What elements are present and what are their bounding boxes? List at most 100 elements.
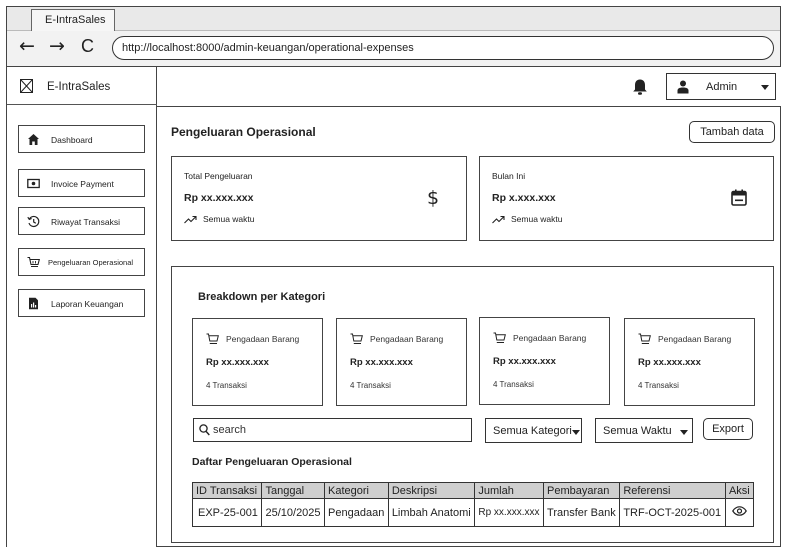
cart-icon <box>493 332 506 343</box>
home-icon <box>28 134 39 145</box>
summary-card-total: Total Pengeluaran Rp xx.xxx.xxx Semua wa… <box>171 156 467 241</box>
category-card: Pengadaan Barang Rp xx.xxx.xxx 4 Transak… <box>624 318 755 406</box>
reload-button[interactable]: C <box>81 37 94 56</box>
category-count: 4 Transaksi <box>350 381 391 390</box>
summary-card-subtitle: Semua waktu <box>492 214 563 224</box>
dollar-icon: $ <box>427 187 440 209</box>
url-bar[interactable]: http://localhost:8000/admin-keuangan/ope… <box>112 36 774 60</box>
chevron-down-icon <box>680 430 688 435</box>
category-filter-value: Semua Kategori <box>493 425 572 437</box>
sidebar-item-label: Laporan Keuangan <box>51 299 124 309</box>
browser-tab[interactable]: E-IntraSales <box>31 9 115 32</box>
main-content: Pengeluaran Operasional Tambah data Tota… <box>157 107 781 547</box>
table-header-row: ID Transaksi Tanggal Kategori Deskripsi … <box>191 482 755 499</box>
column-header: Tanggal <box>261 482 326 499</box>
category-name: Pengadaan Barang <box>658 334 732 344</box>
user-menu-dropdown[interactable]: Admin <box>666 73 776 100</box>
export-button[interactable]: Export <box>703 418 753 440</box>
category-card: Pengadaan Barang Rp xx.xxx.xxx 4 Transak… <box>192 318 323 406</box>
table-row: EXP-25-001 25/10/2025 Pengadaan Limbah A… <box>191 498 755 527</box>
summary-card-subtitle-text: Semua waktu <box>511 214 563 224</box>
category-value: Rp xx.xxx.xxx <box>206 357 269 368</box>
cell-amount: Rp xx.xxx.xxx <box>474 498 545 527</box>
top-bar: Admin <box>157 67 781 107</box>
brand: E-IntraSales <box>7 67 157 105</box>
summary-card-value: Rp x.xxx.xxx <box>492 192 556 204</box>
category-card: Pengadaan Barang Rp xx.xxx.xxx 4 Transak… <box>336 318 467 406</box>
column-header: Kategori <box>324 482 389 499</box>
period-filter-dropdown[interactable]: Semua Waktu <box>595 418 693 443</box>
column-header: Referensi <box>619 482 726 499</box>
logo-placeholder-icon <box>20 79 33 93</box>
summary-card-subtitle-text: Semua waktu <box>203 214 255 224</box>
tab-strip: E-IntraSales <box>7 7 780 32</box>
sidebar-item-label: Riwayat Transaksi <box>51 217 120 227</box>
trending-up-icon <box>492 215 505 224</box>
summary-card-subtitle: Semua waktu <box>184 214 255 224</box>
column-header: ID Transaksi <box>191 482 263 499</box>
table-title: Daftar Pengeluaran Operasional <box>192 456 352 468</box>
sidebar-item-label: Invoice Payment <box>51 179 114 189</box>
category-value: Rp xx.xxx.xxx <box>638 357 701 368</box>
brand-name: E-IntraSales <box>47 81 111 93</box>
chevron-down-icon <box>761 85 769 90</box>
report-icon <box>29 297 38 310</box>
search-input[interactable]: search <box>193 418 472 442</box>
category-filter-dropdown[interactable]: Semua Kategori <box>485 418 582 443</box>
cart-icon <box>350 333 363 344</box>
summary-card-value: Rp xx.xxx.xxx <box>184 192 254 204</box>
history-icon <box>27 215 40 228</box>
page-title: Pengeluaran Operasional <box>171 125 316 139</box>
category-count: 4 Transaksi <box>206 381 247 390</box>
bell-icon[interactable] <box>631 78 649 96</box>
money-icon <box>27 178 40 189</box>
cell-reference: TRF-OCT-2025-001 <box>619 498 726 527</box>
category-name: Pengadaan Barang <box>370 334 444 344</box>
sidebar-item-laporan-keuangan[interactable]: Laporan Keuangan <box>18 289 145 317</box>
cart-icon <box>206 333 219 344</box>
breakdown-panel: Breakdown per Kategori Pengadaan Barang … <box>171 266 774 543</box>
cell-payment: Transfer Bank <box>543 498 621 527</box>
search-placeholder: search <box>213 424 247 436</box>
sidebar-item-pengeluaran-operasional[interactable]: Pengeluaran Operasional <box>18 248 145 276</box>
browser-navbar: ← → C http://localhost:8000/admin-keuang… <box>7 31 780 67</box>
cell-actions <box>724 498 755 527</box>
summary-card-title: Bulan Ini <box>492 171 526 181</box>
sidebar-item-dashboard[interactable]: Dashboard <box>18 125 145 153</box>
cell-id: EXP-25-001 <box>191 498 263 527</box>
summary-card-month: Bulan Ini Rp x.xxx.xxx Semua waktu <box>479 156 774 241</box>
cart-icon <box>638 333 651 344</box>
period-filter-value: Semua Waktu <box>603 425 672 437</box>
cell-description: Limbah Anatomi <box>387 498 476 527</box>
eye-icon[interactable] <box>732 506 747 516</box>
summary-card-title: Total Pengeluaran <box>184 171 253 181</box>
cart-icon <box>27 256 40 267</box>
chevron-down-icon <box>572 430 580 435</box>
expenses-table: ID Transaksi Tanggal Kategori Deskripsi … <box>191 482 755 527</box>
trending-up-icon <box>184 215 197 224</box>
cell-date: 25/10/2025 <box>261 498 326 527</box>
back-button[interactable]: ← <box>19 37 35 56</box>
add-data-button[interactable]: Tambah data <box>689 121 775 143</box>
cell-category: Pengadaan <box>324 498 389 527</box>
user-icon <box>677 80 689 94</box>
sidebar: E-IntraSales Dashboard Invoice Payment R… <box>7 67 157 547</box>
column-header: Aksi <box>724 482 755 499</box>
sidebar-item-label: Dashboard <box>51 135 93 145</box>
category-name: Pengadaan Barang <box>226 334 300 344</box>
category-value: Rp xx.xxx.xxx <box>493 356 556 367</box>
category-name: Pengadaan Barang <box>513 333 587 343</box>
column-header: Deskripsi <box>387 482 476 499</box>
category-card: Pengadaan Barang Rp xx.xxx.xxx 4 Transak… <box>479 317 610 405</box>
browser-window: E-IntraSales ← → C http://localhost:8000… <box>6 6 781 547</box>
search-icon <box>199 424 210 436</box>
forward-button[interactable]: → <box>49 37 65 56</box>
sidebar-item-label: Pengeluaran Operasional <box>48 258 134 267</box>
sidebar-item-invoice-payment[interactable]: Invoice Payment <box>18 169 145 197</box>
column-header: Jumlah <box>474 482 545 499</box>
calendar-icon <box>731 189 747 206</box>
category-value: Rp xx.xxx.xxx <box>350 357 413 368</box>
user-name: Admin <box>706 81 738 93</box>
sidebar-item-riwayat-transaksi[interactable]: Riwayat Transaksi <box>18 207 145 235</box>
column-header: Pembayaran <box>543 482 621 499</box>
